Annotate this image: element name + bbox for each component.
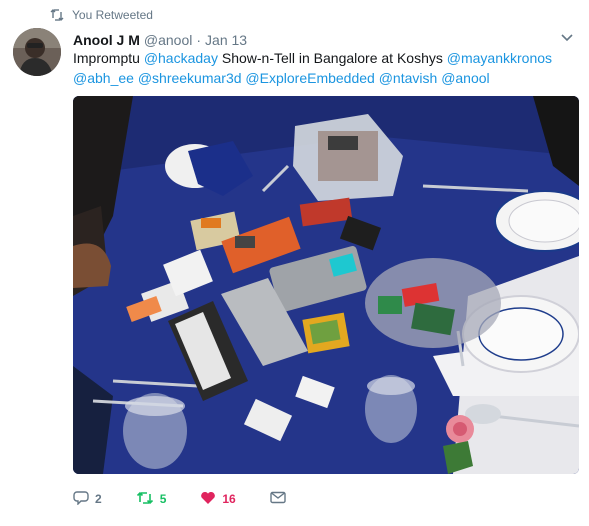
like-button[interactable]: 16 <box>200 491 236 508</box>
reply-icon <box>73 490 89 508</box>
reply-button[interactable]: 2 <box>73 490 102 508</box>
tweet-text-segment: Impromptu <box>73 50 144 66</box>
mention-link[interactable]: @abh_ee <box>73 70 134 86</box>
mention-link[interactable]: @mayankkronos <box>447 50 552 66</box>
reply-count: 2 <box>95 492 102 506</box>
tweet-photo[interactable] <box>73 96 579 474</box>
direct-message-button[interactable] <box>270 491 286 507</box>
retweet-context-label: You Retweeted <box>72 8 153 22</box>
tweet-timestamp[interactable]: Jan 13 <box>205 32 247 48</box>
mention-link[interactable]: @hackaday <box>144 50 218 66</box>
mention-link[interactable]: @shreekumar3d <box>138 70 242 86</box>
tweet-actions: 2 5 16 <box>73 488 573 510</box>
retweet-context: You Retweeted <box>50 6 153 24</box>
mention-link[interactable]: @ExploreEmbedded <box>245 70 374 86</box>
heart-icon <box>200 491 216 508</box>
retweet-icon <box>50 9 66 21</box>
author-name[interactable]: Anool J M <box>73 32 140 48</box>
like-count: 16 <box>222 492 236 506</box>
author-handle[interactable]: @anool <box>144 32 192 48</box>
header-separator: · <box>196 32 202 48</box>
tweet-text: Impromptu @hackaday Show-n-Tell in Banga… <box>73 48 573 88</box>
tweet-text-segment: Show-n-Tell in Bangalore at Koshys <box>217 50 447 66</box>
mention-link[interactable]: @anool <box>441 70 489 86</box>
author-avatar[interactable] <box>13 28 61 76</box>
mention-link[interactable]: @ntavish <box>379 70 438 86</box>
retweet-button[interactable]: 5 <box>136 491 167 508</box>
envelope-icon <box>270 491 286 507</box>
chevron-down-icon[interactable] <box>559 30 575 46</box>
tweet-header: Anool J M @anool · Jan 13 <box>73 30 569 50</box>
retweet-icon <box>136 491 154 508</box>
retweet-count: 5 <box>159 492 167 506</box>
